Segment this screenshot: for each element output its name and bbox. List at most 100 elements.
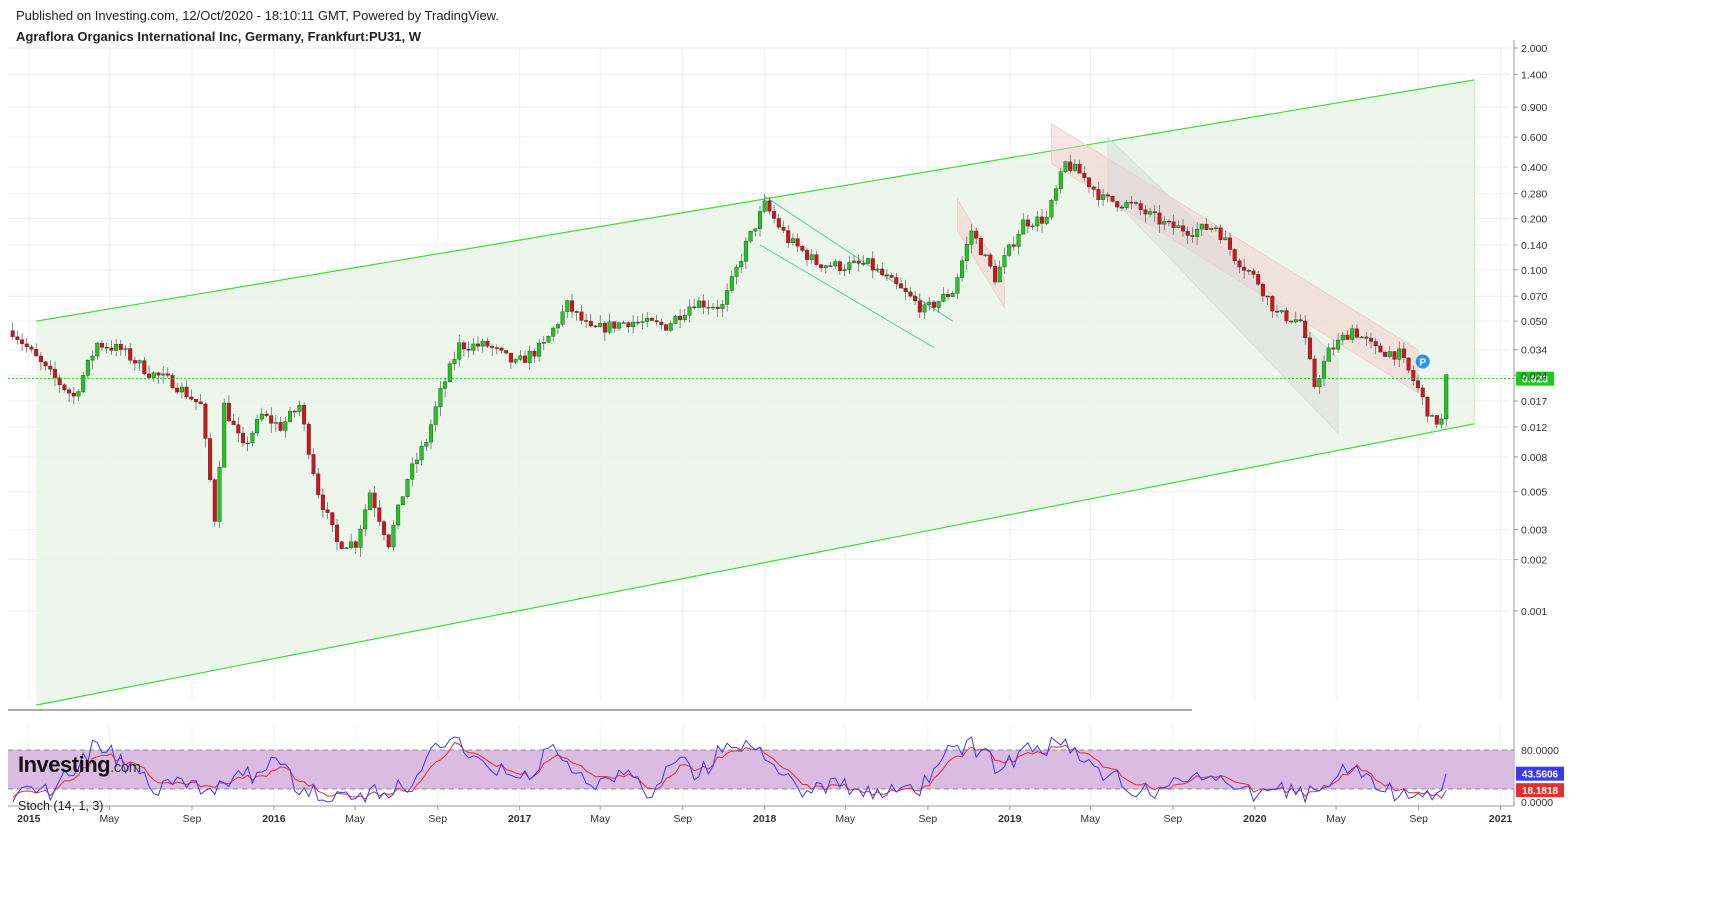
price-axis[interactable]: 2.000 1.400 0.900 0.600 0.400 0.280 0.200 0.140… (1513, 40, 1547, 806)
candle-body (753, 228, 758, 232)
candle-body (236, 424, 241, 434)
xtick-label: 2019 (998, 813, 1022, 825)
candle-body (588, 321, 593, 327)
candle-body (1190, 235, 1195, 237)
stochastic-panel[interactable]: 80.0000 0.0000 43.5606 18.1818 (8, 709, 1564, 809)
candle-body (132, 360, 137, 364)
candle-body (429, 424, 434, 443)
candle-body (485, 340, 490, 347)
candle-body (701, 300, 706, 308)
candle-body (1002, 255, 1007, 268)
candle-body (518, 355, 523, 360)
candle-body (993, 266, 998, 283)
candle-body (682, 315, 687, 321)
candle-body (819, 264, 824, 268)
candle-body (1420, 387, 1425, 398)
candle-body (1011, 244, 1016, 247)
candle-body (1115, 201, 1120, 208)
candle-body (156, 372, 161, 376)
candle-body (814, 254, 819, 265)
candle-body (1152, 211, 1157, 214)
candle-body (273, 422, 278, 424)
ytick-label: 0.140 (1521, 240, 1547, 252)
ytick-label: 0.002 (1521, 555, 1547, 567)
candle-body (104, 347, 109, 349)
candle-body (880, 268, 885, 276)
candle-body (43, 361, 48, 367)
ytick-label: 0.070 (1521, 291, 1547, 303)
candle-body (612, 321, 617, 329)
candle (988, 252, 993, 269)
candle-body (367, 492, 372, 510)
candle-body (527, 350, 532, 363)
candle-body (165, 373, 170, 376)
candle-body (1364, 336, 1369, 339)
candle-body (123, 348, 128, 350)
candle-body (10, 330, 15, 338)
stoch-ytick-label: 0.0000 (1521, 797, 1553, 809)
xtick-label: Sep (1409, 813, 1428, 825)
candle-body (1007, 244, 1012, 256)
candle-body (856, 260, 861, 264)
candle (978, 235, 983, 256)
candle-body (161, 373, 166, 376)
candle-body (1279, 310, 1284, 313)
xtick-label: May (590, 813, 611, 825)
candle-body (114, 344, 119, 351)
candle-body (175, 387, 180, 393)
candle-body (320, 494, 325, 510)
candle-body (1171, 221, 1176, 229)
candle-body (325, 509, 330, 513)
candle-body (668, 323, 673, 331)
candle-body (767, 200, 772, 212)
candle (1049, 198, 1054, 221)
candle-body (231, 420, 236, 425)
time-axis[interactable]: 2015 May Sep 2016 May Sep 2017 May Sep 2018 May Sep… (8, 805, 1514, 825)
candle-body (776, 218, 781, 228)
candle-body (1223, 237, 1228, 241)
candle-body (1312, 358, 1317, 387)
candle-body (382, 521, 387, 535)
xtick-label: 2021 (1489, 813, 1513, 825)
candle-body (391, 524, 396, 548)
candle-body (1359, 336, 1364, 339)
candle-body (913, 295, 918, 301)
candle-body (640, 321, 645, 323)
candle-body (795, 238, 800, 247)
candle-body (363, 509, 368, 530)
candle-body (931, 301, 936, 308)
xtick-label: May (345, 813, 366, 825)
price-chart[interactable]: 0.023 2.0001.4000.9000.6000.4000.2800.20… (0, 0, 1736, 917)
candle-body (452, 359, 457, 364)
candle-body (85, 359, 90, 376)
candle-body (1199, 223, 1204, 230)
ytick-label: 0.100 (1521, 265, 1547, 277)
candle-body (24, 343, 29, 348)
xtick-label: 2017 (508, 813, 532, 825)
candle-body (1369, 338, 1374, 342)
candle-body (546, 336, 551, 343)
candle-body (809, 254, 814, 260)
candle-body (593, 325, 598, 328)
candle-body (1317, 378, 1322, 387)
marker[interactable]: P (1415, 354, 1430, 369)
candle-body (555, 324, 560, 329)
candle-body (494, 347, 499, 349)
candle-body (823, 265, 828, 268)
ytick-label: 0.005 (1521, 487, 1547, 499)
candle-body (128, 348, 133, 361)
candle-body (955, 277, 960, 294)
xtick-label: 2018 (753, 813, 777, 825)
candle-body (1416, 380, 1421, 389)
candle-body (1444, 374, 1449, 420)
candle-body (316, 473, 321, 496)
candle-body (1105, 194, 1110, 197)
candle-body (1242, 266, 1247, 271)
candle-body (743, 241, 748, 262)
candle-body (927, 301, 932, 305)
candle-body (1326, 347, 1331, 362)
candle-body (762, 200, 767, 212)
candle-body (649, 317, 654, 321)
candle-body (1322, 361, 1327, 379)
candle-body (696, 300, 701, 308)
